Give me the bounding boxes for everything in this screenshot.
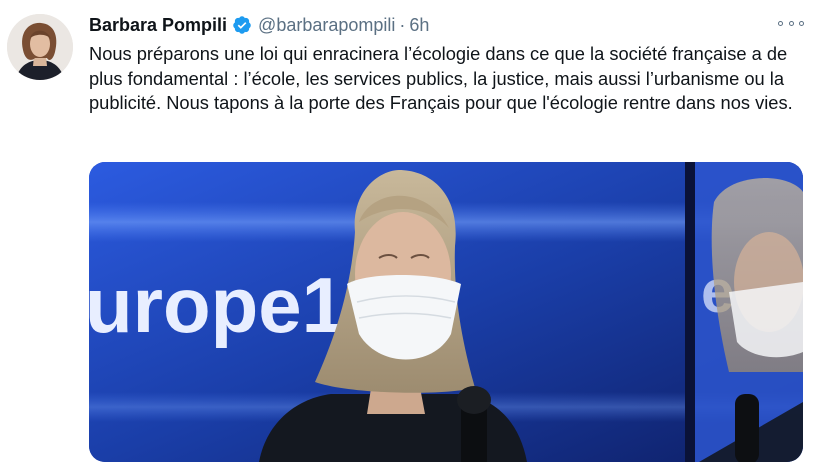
display-name[interactable]: Barbara Pompili [89, 15, 227, 36]
separator-dot: · [399, 14, 406, 35]
handle[interactable]: @barbarapompili [258, 15, 395, 36]
verified-badge-icon [232, 15, 252, 35]
timestamp[interactable]: 6h [409, 15, 429, 36]
avatar-image [7, 14, 73, 80]
tweet-text: Nous préparons une loi qui enracinera l’… [89, 43, 793, 113]
logo-text: urope1 [89, 261, 345, 349]
tweet-media[interactable]: urope1 e [89, 162, 803, 462]
video-frame: urope1 e [89, 162, 803, 462]
tweet-header: Barbara Pompili @barbarapompili · 6h [89, 12, 429, 38]
more-options-icon[interactable] [778, 14, 804, 32]
avatar[interactable] [7, 14, 73, 80]
